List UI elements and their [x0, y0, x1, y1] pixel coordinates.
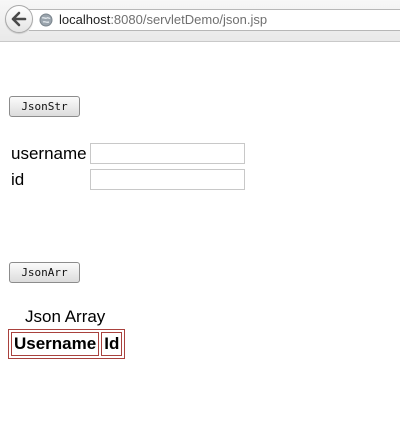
username-input[interactable] — [90, 143, 245, 164]
back-button[interactable] — [5, 5, 33, 33]
url-path: :8080/servletDemo/json.jsp — [110, 12, 268, 27]
jsonarr-button[interactable]: JsonArr — [9, 262, 80, 283]
json-array-table: Username Id — [8, 329, 126, 359]
globe-icon — [39, 13, 53, 27]
table-caption: Json Array — [25, 307, 106, 326]
id-label: id — [11, 170, 25, 189]
url-text[interactable]: localhost:8080/servletDemo/json.jsp — [59, 12, 267, 28]
header-id: Id — [101, 332, 123, 356]
id-input[interactable] — [90, 169, 245, 190]
browser-toolbar: localhost:8080/servletDemo/json.jsp — [0, 0, 400, 42]
username-label: username — [11, 144, 87, 163]
table-header-row: Username Id — [11, 332, 123, 356]
jsonstr-button[interactable]: JsonStr — [9, 96, 80, 117]
back-arrow-icon — [11, 11, 27, 27]
header-username: Username — [11, 332, 100, 356]
url-host: localhost — [59, 12, 111, 27]
address-bar[interactable]: localhost:8080/servletDemo/json.jsp — [29, 9, 400, 31]
